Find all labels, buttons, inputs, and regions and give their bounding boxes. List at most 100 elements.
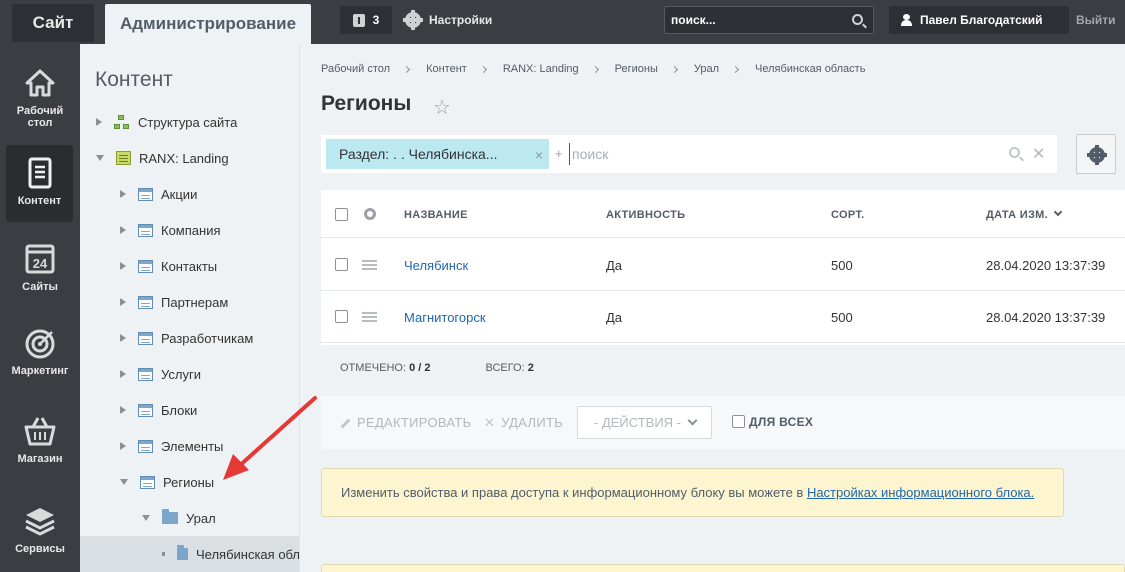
tree-item-label: Регионы <box>163 474 215 490</box>
tree-item-promos[interactable]: Акции <box>120 176 197 212</box>
row-checkbox[interactable] <box>335 310 348 323</box>
rail-item-services[interactable]: Сервисы <box>0 504 80 555</box>
top-search-input[interactable] <box>665 7 845 33</box>
expand-arrow-icon[interactable] <box>120 298 126 306</box>
tree-item-ranx-landing[interactable]: RANX: Landing <box>96 140 229 176</box>
filter-search-input[interactable] <box>569 143 989 165</box>
row-checkbox[interactable] <box>335 258 348 271</box>
clear-icon[interactable]: ✕ <box>1032 144 1045 164</box>
delete-button[interactable]: ✕ УДАЛИТЬ <box>484 415 563 431</box>
column-header-date[interactable]: ДАТА ИЗМ. <box>986 207 1063 221</box>
gear-icon[interactable] <box>364 208 376 220</box>
column-header-sort[interactable]: СОРТ. <box>831 209 864 221</box>
breadcrumb-item[interactable]: Регионы <box>615 63 658 75</box>
top-bar: Сайт Администрирование 3 Настройки Павел… <box>0 0 1125 44</box>
rail-item-sites[interactable]: 24 Сайты <box>0 242 80 293</box>
iblock-icon <box>138 439 153 453</box>
tree-item-services[interactable]: Услуги <box>120 356 201 392</box>
rail-item-marketing[interactable]: Маркетинг <box>0 326 80 377</box>
logout-link[interactable]: Выйти <box>1076 13 1116 27</box>
breadcrumb-item[interactable]: Рабочий стол <box>321 63 390 75</box>
tree-item-partners[interactable]: Партнерам <box>120 284 228 320</box>
notifications-count: 3 <box>372 13 380 27</box>
structure-icon <box>114 114 130 130</box>
rail-item-shop[interactable]: Магазин <box>0 414 80 465</box>
pencil-icon <box>340 418 351 429</box>
tab-administration[interactable]: Администрирование <box>105 4 311 44</box>
rail-item-content[interactable]: Контент <box>6 145 73 222</box>
expand-arrow-icon[interactable] <box>120 442 126 450</box>
tree-item-label: Партнерам <box>161 294 229 310</box>
expand-arrow-icon[interactable] <box>120 190 126 198</box>
breadcrumb-item[interactable]: Урал <box>694 63 719 75</box>
plus-icon[interactable]: + <box>555 146 563 161</box>
expand-arrow-icon[interactable] <box>120 334 126 342</box>
table-row[interactable]: Челябинск Да 500 28.04.2020 13:37:39 <box>321 239 1125 291</box>
tab-site[interactable]: Сайт <box>12 4 94 42</box>
rail-item-desktop[interactable]: Рабочий стол <box>0 66 80 129</box>
tree-item-ural[interactable]: Урал <box>142 500 216 536</box>
gear-icon <box>403 10 423 30</box>
secondary-notice <box>321 564 1125 572</box>
notifications-button[interactable]: 3 <box>340 6 392 34</box>
tree-item-developers[interactable]: Разработчикам <box>120 320 253 356</box>
column-header-active[interactable]: АКТИВНОСТЬ <box>606 209 685 221</box>
row-name-link[interactable]: Челябинск <box>404 258 468 273</box>
info-notice: Изменить свойства и права доступа к инфо… <box>321 468 1064 517</box>
iblock-icon <box>138 223 153 237</box>
close-icon[interactable]: × <box>535 147 543 163</box>
iblock-icon <box>138 295 153 309</box>
iblock-settings-link[interactable]: Настройках информационного блока. <box>807 485 1034 500</box>
expand-arrow-icon[interactable] <box>120 406 126 414</box>
expand-arrow-icon[interactable] <box>96 118 102 126</box>
table-row[interactable]: Магнитогорск Да 500 28.04.2020 13:37:39 <box>321 291 1125 343</box>
filter-chip[interactable]: Раздел: . . Челябинска... × <box>326 139 549 169</box>
basket-icon <box>24 417 56 446</box>
tree-item-chelyabinsk-region[interactable]: Челябинская обл <box>80 536 299 572</box>
breadcrumb-item[interactable]: RANX: Landing <box>503 63 579 75</box>
expand-arrow-icon[interactable] <box>120 262 126 270</box>
breadcrumb-item[interactable]: Контент <box>426 63 467 75</box>
tree-item-company[interactable]: Компания <box>120 212 221 248</box>
select-all-checkbox[interactable] <box>335 208 348 221</box>
expand-arrow-icon[interactable] <box>120 370 126 378</box>
actions-dropdown[interactable]: - ДЕЙСТВИЯ - <box>577 406 712 439</box>
tree-item-regions[interactable]: Регионы <box>120 464 214 500</box>
search-icon[interactable] <box>852 14 863 25</box>
settings-button[interactable] <box>1076 134 1116 174</box>
collapse-arrow-icon[interactable] <box>96 155 104 161</box>
iblock-icon <box>138 403 153 417</box>
search-icon[interactable] <box>1009 147 1020 158</box>
tree-item-site-structure[interactable]: Структура сайта <box>96 104 237 140</box>
for-all-checkbox[interactable] <box>732 415 745 428</box>
main-content: Рабочий стол Контент RANX: Landing Регио… <box>301 44 1125 572</box>
drag-handle-icon[interactable] <box>362 312 377 314</box>
row-name-link[interactable]: Магнитогорск <box>404 310 486 325</box>
breadcrumb-item[interactable]: Челябинская область <box>755 63 865 75</box>
column-header-name[interactable]: НАЗВАНИЕ <box>404 209 468 221</box>
svg-text:24: 24 <box>33 256 48 271</box>
action-panel: РЕДАКТИРОВАТЬ ✕ УДАЛИТЬ - ДЕЙСТВИЯ - ДЛЯ … <box>321 396 1125 449</box>
rail-label-sites: Сайты <box>22 281 58 293</box>
for-all-toggle[interactable]: ДЛЯ ВСЕХ <box>732 415 813 429</box>
row-active: Да <box>606 258 623 273</box>
edit-button[interactable]: РЕДАКТИРОВАТЬ <box>340 415 471 430</box>
user-menu[interactable]: Павел Благодатский <box>889 6 1069 34</box>
expand-arrow-icon[interactable] <box>120 226 126 234</box>
edit-label: РЕДАКТИРОВАТЬ <box>357 415 472 430</box>
tree-item-label: Акции <box>161 186 198 202</box>
drag-handle-icon[interactable] <box>362 260 377 262</box>
tree-item-label: Компания <box>161 222 221 238</box>
collapse-arrow-icon[interactable] <box>142 515 150 521</box>
grid-header: НАЗВАНИЕ АКТИВНОСТЬ СОРТ. ДАТА ИЗМ. <box>321 190 1125 238</box>
tree-item-contacts[interactable]: Контакты <box>120 248 217 284</box>
chevron-down-icon <box>1054 207 1063 217</box>
red-arrow-annotation <box>223 396 317 480</box>
settings-link[interactable]: Настройки <box>403 9 492 31</box>
tree-item-elements[interactable]: Элементы <box>120 428 223 464</box>
star-icon[interactable]: ☆ <box>433 95 451 120</box>
tree-item-blocks[interactable]: Блоки <box>120 392 197 428</box>
collapse-arrow-icon[interactable] <box>120 479 128 485</box>
page-title: Регионы <box>321 92 412 115</box>
data-grid: НАЗВАНИЕ АКТИВНОСТЬ СОРТ. ДАТА ИЗМ. Челя… <box>321 190 1125 345</box>
